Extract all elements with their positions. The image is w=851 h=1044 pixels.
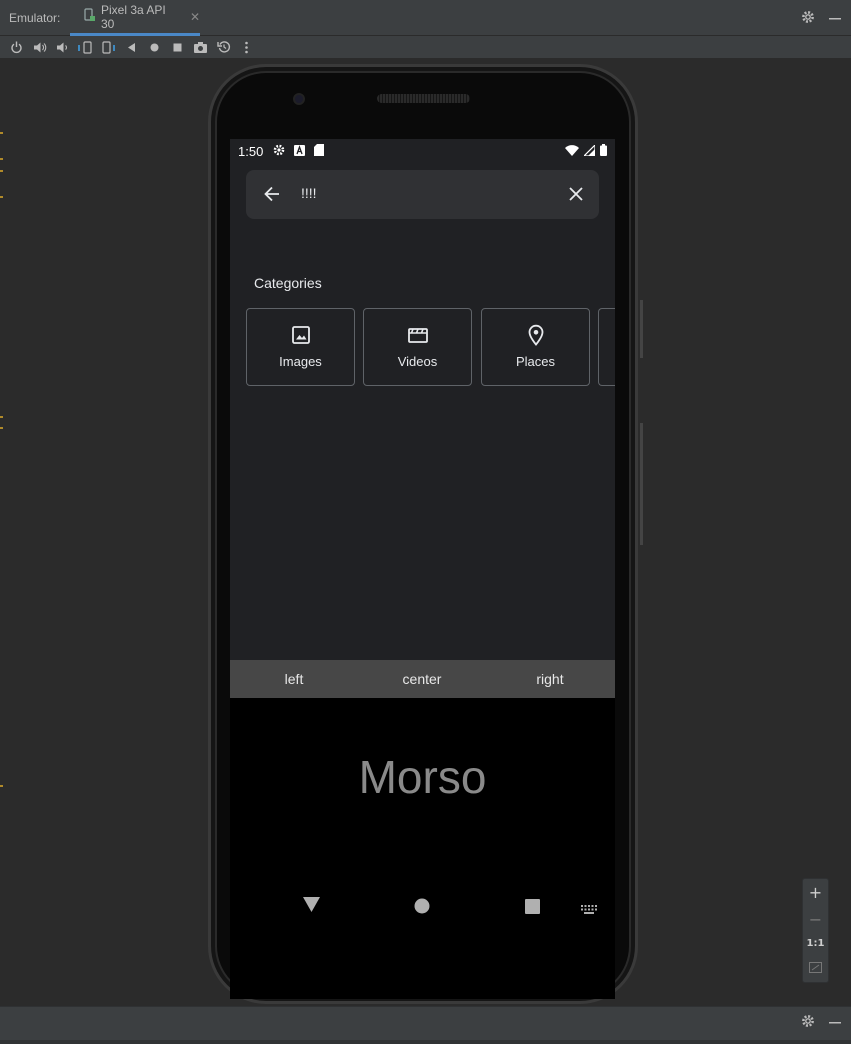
zoom-in-button[interactable]: + xyxy=(809,884,822,901)
emulator-toolbar xyxy=(0,36,851,58)
back-icon[interactable] xyxy=(124,40,139,55)
back-triangle-icon[interactable] xyxy=(303,897,320,916)
wifi-icon xyxy=(565,144,579,159)
keyboard-brand: Morso xyxy=(358,751,487,803)
panel-label: Emulator: xyxy=(9,11,61,25)
align-left-option[interactable]: left xyxy=(230,671,358,687)
category-label: Places xyxy=(515,354,556,369)
front-camera xyxy=(293,93,305,105)
volume-up-icon[interactable] xyxy=(32,40,47,55)
clear-icon[interactable] xyxy=(568,186,584,206)
screenshot-icon[interactable] xyxy=(193,40,208,55)
category-partial[interactable] xyxy=(598,308,615,386)
align-center-option[interactable]: center xyxy=(358,671,486,687)
keyboard-area[interactable]: Morso xyxy=(230,698,615,999)
search-app: 1:50 !!!! Categories Images Videos Place… xyxy=(230,139,615,660)
emulator-title-bar: Emulator: Pixel 3a API 30 ✕ xyxy=(0,0,851,36)
image-icon xyxy=(291,324,311,346)
tab-label: Pixel 3a API 30 xyxy=(101,2,166,31)
sd-card-icon xyxy=(314,143,325,159)
back-arrow-icon[interactable] xyxy=(262,184,282,208)
a-icon xyxy=(294,144,306,159)
more-icon[interactable] xyxy=(239,40,254,55)
signal-icon xyxy=(582,143,596,159)
categories-heading: Categories xyxy=(254,275,322,291)
search-bar[interactable]: !!!! xyxy=(246,170,599,219)
zoom-controls: + − 1:1 xyxy=(802,878,829,983)
actual-size-button[interactable]: 1:1 xyxy=(807,939,825,949)
category-label: Videos xyxy=(397,354,438,369)
video-icon xyxy=(407,324,429,346)
status-bar: 1:50 xyxy=(230,139,615,163)
align-right-option[interactable]: right xyxy=(486,671,614,687)
settings-icon[interactable] xyxy=(801,1013,815,1032)
zoom-out-button[interactable]: − xyxy=(809,911,822,928)
category-images[interactable]: Images xyxy=(246,308,355,386)
status-strip xyxy=(0,1040,851,1044)
navigation-bar xyxy=(230,896,615,920)
category-places[interactable]: Places xyxy=(481,308,590,386)
settings-icon xyxy=(273,144,285,159)
status-time: 1:50 xyxy=(238,143,264,159)
category-label: Images xyxy=(279,354,322,369)
recents-square-icon[interactable] xyxy=(525,899,540,918)
snapshot-icon[interactable] xyxy=(216,40,231,55)
rotate-left-icon[interactable] xyxy=(78,40,93,55)
volume-down-icon[interactable] xyxy=(55,40,70,55)
settings-icon[interactable] xyxy=(801,9,815,28)
phone-screen: 1:50 !!!! Categories Images Videos Place… xyxy=(230,139,615,999)
device-icon xyxy=(82,8,96,25)
earpiece-speaker xyxy=(377,94,470,103)
alignment-bar: left center right xyxy=(230,660,615,698)
home-circle-icon[interactable] xyxy=(414,898,430,918)
left-gutter-marks xyxy=(0,60,3,960)
fit-screen-icon[interactable] xyxy=(809,960,822,976)
power-icon[interactable] xyxy=(9,40,24,55)
category-videos[interactable]: Videos xyxy=(363,308,472,386)
keyboard-icon[interactable] xyxy=(581,901,597,920)
bottom-tool-bar xyxy=(0,1006,851,1044)
place-icon xyxy=(527,324,545,346)
tab-pixel-3a[interactable]: Pixel 3a API 30 ✕ xyxy=(70,0,200,36)
power-button xyxy=(640,300,643,358)
rotate-right-icon[interactable] xyxy=(101,40,116,55)
overview-icon[interactable] xyxy=(170,40,185,55)
volume-button xyxy=(640,423,643,545)
battery-icon xyxy=(600,143,607,159)
home-icon[interactable] xyxy=(147,40,162,55)
minimize-icon[interactable] xyxy=(829,9,841,28)
search-query[interactable]: !!!! xyxy=(301,185,317,201)
close-icon[interactable]: ✕ xyxy=(190,10,200,24)
minimize-icon[interactable] xyxy=(829,1013,841,1032)
